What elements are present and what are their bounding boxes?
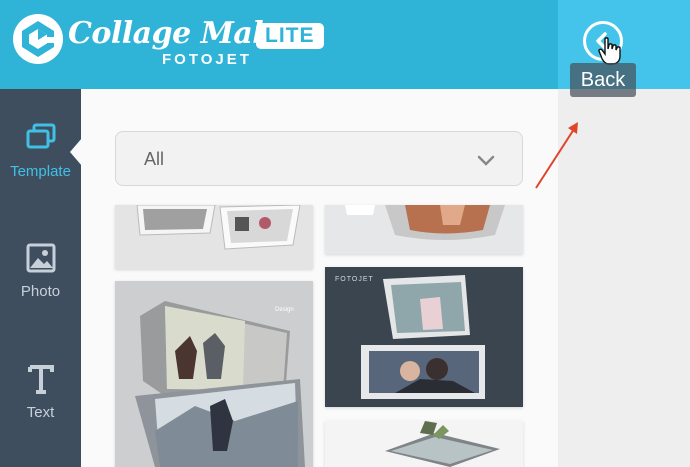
template-thumbnail[interactable]: Design bbox=[115, 281, 313, 467]
template-thumbnail[interactable]: FOTOJET bbox=[325, 267, 523, 407]
lite-badge: LITE bbox=[256, 23, 324, 49]
svg-text:FOTOJET: FOTOJET bbox=[335, 276, 374, 283]
text-icon bbox=[27, 365, 54, 394]
template-preview bbox=[325, 421, 523, 467]
app-header: Collage Maker LITE FOTOJET bbox=[0, 0, 558, 89]
template-preview bbox=[325, 205, 523, 254]
sidebar: Template Photo Text bbox=[0, 89, 81, 467]
svg-text:Design: Design bbox=[275, 307, 294, 313]
dropdown-value: All bbox=[144, 149, 165, 169]
hand-cursor-icon bbox=[598, 37, 621, 65]
sidebar-item-label: Text bbox=[26, 404, 55, 421]
template-icon bbox=[26, 123, 55, 149]
photo-icon bbox=[26, 243, 55, 273]
app-subtitle: FOTOJET bbox=[162, 51, 252, 68]
sidebar-item-text[interactable]: Text bbox=[0, 364, 81, 421]
template-thumbnail[interactable] bbox=[325, 205, 523, 254]
collage-maker-logo-icon bbox=[13, 14, 63, 64]
sidebar-item-label: Template bbox=[10, 163, 71, 180]
back-tooltip: Back bbox=[570, 63, 636, 97]
chevron-down-icon bbox=[477, 155, 495, 166]
template-preview bbox=[115, 205, 313, 269]
sidebar-item-photo[interactable]: Photo bbox=[0, 243, 81, 300]
template-preview: FOTOJET bbox=[325, 267, 523, 407]
template-preview: Design bbox=[115, 281, 313, 467]
template-thumbnail[interactable] bbox=[115, 205, 313, 269]
annotation-arrow bbox=[535, 122, 578, 189]
template-thumbnail[interactable] bbox=[325, 421, 523, 467]
category-dropdown[interactable]: All bbox=[115, 131, 523, 186]
sidebar-item-template[interactable]: Template bbox=[0, 123, 81, 180]
sidebar-item-label: Photo bbox=[20, 283, 61, 300]
